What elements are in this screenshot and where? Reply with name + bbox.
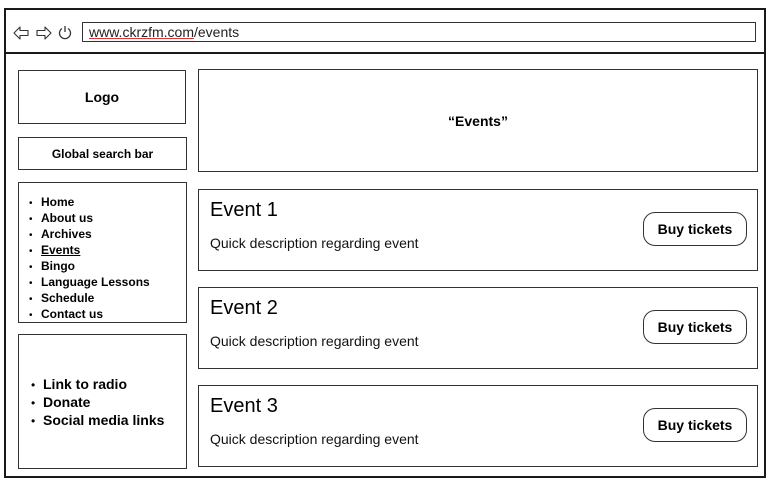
- browser-toolbar: www.ckrzfm.com/events: [6, 10, 764, 54]
- page-header: “Events”: [198, 69, 758, 172]
- event-description: Quick description regarding event: [210, 235, 419, 251]
- nav-link-language-lessons[interactable]: Language Lessons: [41, 275, 150, 289]
- sidebar-nav: Home About us Archives Events Bingo Lang…: [18, 182, 187, 323]
- nav-link-schedule[interactable]: Schedule: [41, 291, 94, 305]
- nav-link-contact-us[interactable]: Contact us: [41, 307, 103, 321]
- event-title: Event 1: [210, 199, 278, 221]
- nav-item-home[interactable]: Home: [29, 195, 186, 211]
- browser-window: www.ckrzfm.com/events Logo Global search…: [4, 8, 766, 478]
- page-title: “Events”: [448, 112, 508, 129]
- event-title: Event 3: [210, 395, 278, 417]
- back-arrow-icon[interactable]: [13, 26, 29, 40]
- nav-item-events[interactable]: Events: [29, 243, 186, 259]
- nav-item-schedule[interactable]: Schedule: [29, 291, 186, 307]
- nav-item-language-lessons[interactable]: Language Lessons: [29, 275, 186, 291]
- buy-tickets-button[interactable]: Buy tickets: [643, 408, 747, 442]
- address-bar[interactable]: www.ckrzfm.com/events: [82, 22, 756, 42]
- refresh-icon[interactable]: [58, 25, 72, 40]
- nav-item-about-us[interactable]: About us: [29, 211, 186, 227]
- url-domain: www.ckrzfm.com: [89, 24, 194, 40]
- nav-link-archives[interactable]: Archives: [41, 227, 92, 241]
- nav-link-events[interactable]: Events: [41, 243, 80, 257]
- buy-tickets-button[interactable]: Buy tickets: [643, 212, 747, 246]
- donate-link[interactable]: Donate: [31, 394, 186, 412]
- event-title: Event 2: [210, 297, 278, 319]
- nav-item-archives[interactable]: Archives: [29, 227, 186, 243]
- event-card: Event 1 Quick description regarding even…: [198, 189, 758, 271]
- event-description: Quick description regarding event: [210, 333, 419, 349]
- nav-link-about-us[interactable]: About us: [41, 211, 93, 225]
- event-card: Event 2 Quick description regarding even…: [198, 287, 758, 369]
- nav-item-bingo[interactable]: Bingo: [29, 259, 186, 275]
- url-path: /events: [194, 24, 240, 40]
- global-search-bar[interactable]: Global search bar: [18, 137, 187, 170]
- sidebar-extra-links: Link to radio Donate Social media links: [18, 334, 187, 469]
- event-card: Event 3 Quick description regarding even…: [198, 385, 758, 467]
- logo[interactable]: Logo: [18, 70, 186, 124]
- buy-tickets-button[interactable]: Buy tickets: [643, 310, 747, 344]
- logo-label: Logo: [84, 89, 120, 105]
- nav-link-bingo[interactable]: Bingo: [41, 259, 75, 273]
- social-media-links[interactable]: Social media links: [31, 412, 186, 430]
- forward-arrow-icon[interactable]: [36, 26, 52, 40]
- nav-item-contact-us[interactable]: Contact us: [29, 307, 186, 323]
- nav-link-home[interactable]: Home: [41, 195, 74, 209]
- link-to-radio[interactable]: Link to radio: [31, 376, 186, 394]
- search-label: Global search bar: [51, 146, 154, 161]
- event-description: Quick description regarding event: [210, 431, 419, 447]
